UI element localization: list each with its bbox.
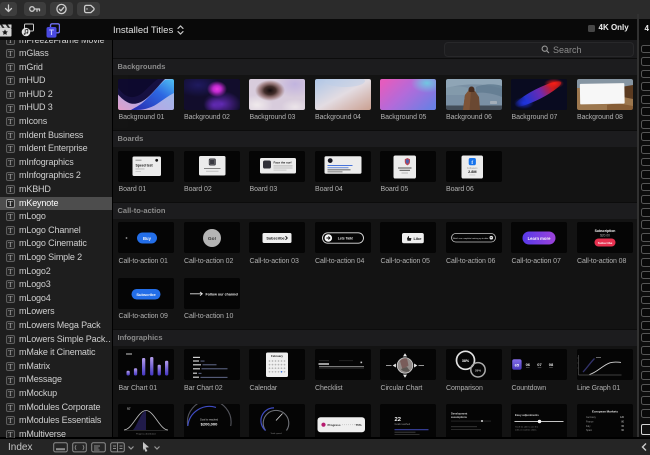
svg-text:Lets Talk!: Lets Talk! bbox=[337, 236, 353, 240]
svg-text:75%: 75% bbox=[355, 423, 361, 427]
svg-text:European Markets: European Markets bbox=[591, 409, 617, 413]
svg-text:Spain: Spain bbox=[586, 429, 593, 432]
svg-text:Buy: Buy bbox=[143, 236, 152, 241]
svg-text:97: 97 bbox=[127, 406, 131, 410]
svg-text:65: 65 bbox=[515, 363, 520, 368]
svg-text:Goals reached: Goals reached bbox=[395, 423, 411, 426]
svg-text:Watch our complete training up: Watch our complete training up to date bbox=[452, 237, 488, 240]
svg-text:Total speed: Total speed bbox=[270, 432, 282, 435]
svg-text:f: f bbox=[471, 160, 473, 166]
svg-text:08: 08 bbox=[549, 362, 554, 367]
svg-text:Subscribe: Subscribe bbox=[136, 291, 156, 296]
svg-text:assumptions: assumptions bbox=[451, 414, 468, 418]
svg-text:$20.00: $20.00 bbox=[600, 233, 610, 237]
svg-text:Germany: Germany bbox=[586, 416, 597, 419]
svg-text:February: February bbox=[271, 354, 283, 358]
svg-text:38%: 38% bbox=[461, 359, 469, 363]
svg-text:Face the surf: Face the surf bbox=[274, 161, 292, 165]
svg-text:06: 06 bbox=[526, 362, 531, 367]
svg-text:Like: Like bbox=[414, 236, 423, 241]
svg-text:Progress distribution: Progress distribution bbox=[136, 432, 157, 435]
svg-text:Progress: Progress bbox=[327, 423, 340, 427]
svg-text:$200,000: $200,000 bbox=[200, 421, 217, 426]
svg-text:Easy adjustments: Easy adjustments bbox=[515, 413, 539, 417]
svg-text:Speed test: Speed test bbox=[136, 163, 154, 167]
svg-text:29%: 29% bbox=[474, 368, 480, 372]
svg-text:Subscribe: Subscribe bbox=[266, 237, 284, 241]
svg-text:07: 07 bbox=[537, 362, 542, 367]
svg-text:edits in realtime slides: edits in realtime slides bbox=[515, 428, 537, 431]
svg-text:120: 120 bbox=[620, 416, 625, 419]
svg-text:2.8M: 2.8M bbox=[468, 170, 476, 174]
svg-text:Follow our channel: Follow our channel bbox=[205, 292, 238, 296]
svg-text:Subscribe: Subscribe bbox=[597, 241, 612, 245]
svg-text:You'll be able to see the: You'll be able to see the bbox=[515, 425, 539, 428]
svg-text:France: France bbox=[586, 420, 594, 423]
svg-text:Learn more: Learn more bbox=[528, 236, 551, 241]
svg-text:Go!: Go! bbox=[207, 236, 216, 242]
